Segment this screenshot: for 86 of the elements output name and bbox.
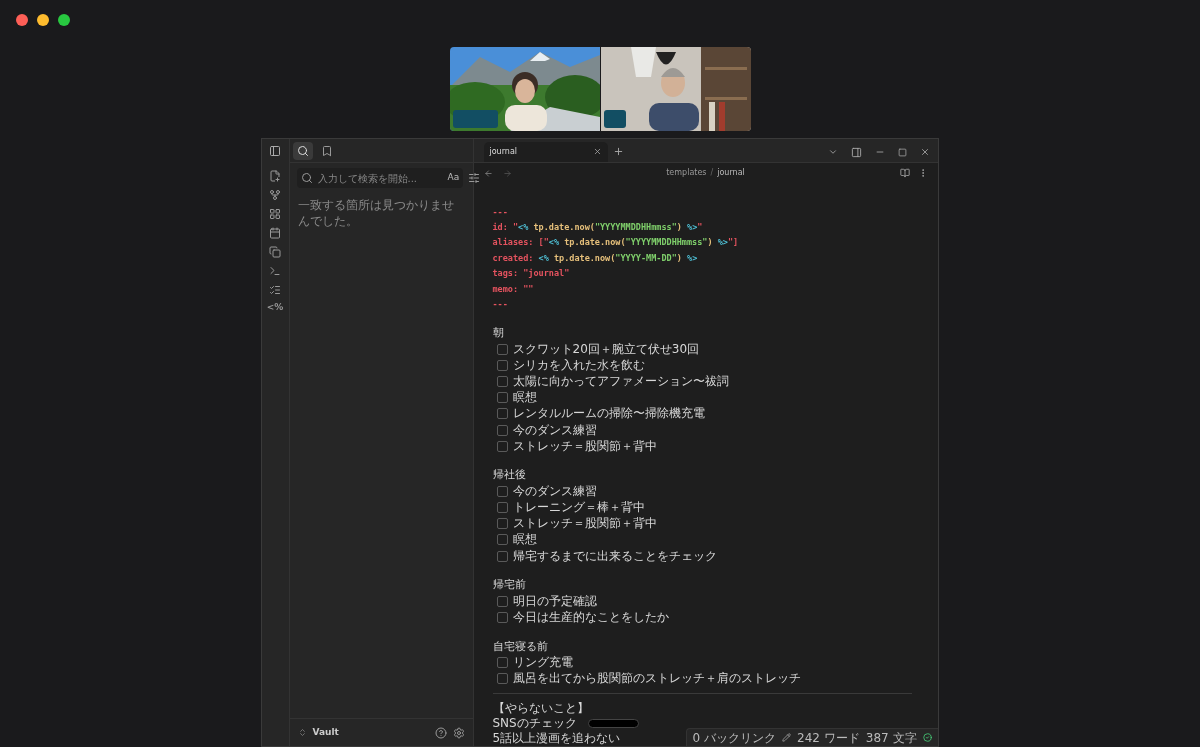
checkbox[interactable] bbox=[496, 534, 508, 546]
vault-switch-icon[interactable] bbox=[297, 728, 307, 737]
task-text: ストレッチ＝股関節＋背中 bbox=[512, 516, 657, 532]
task-text: 帰宅するまでに出来ることをチェック bbox=[512, 548, 717, 564]
character-count: 387 文字 bbox=[865, 729, 917, 747]
list-line: 5話以上漫画を追わない bbox=[492, 731, 621, 746]
checkbox[interactable] bbox=[496, 359, 508, 371]
frontmatter-line: tags: "journal" bbox=[492, 267, 571, 281]
breadcrumb-separator: / bbox=[710, 167, 714, 180]
task-text: レンタルルームの掃除〜掃除機充電 bbox=[512, 406, 705, 422]
fork-icon[interactable] bbox=[269, 189, 281, 201]
task-text: 明日の予定確認 bbox=[512, 593, 597, 609]
checkbox[interactable] bbox=[496, 375, 508, 387]
checkbox[interactable] bbox=[496, 440, 508, 452]
section-heading: 朝 bbox=[492, 325, 505, 341]
edit-mode-icon[interactable] bbox=[782, 733, 792, 742]
word-count: 242 ワード bbox=[797, 729, 860, 747]
task-text: 今のダンス練習 bbox=[512, 422, 597, 438]
note-tab[interactable]: journal bbox=[483, 141, 608, 162]
search-icon bbox=[296, 144, 309, 157]
checkbox[interactable] bbox=[496, 485, 508, 497]
frontmatter-line: --- bbox=[492, 205, 509, 219]
task-text: 風呂を出てから股関節のストレッチ＋肩のストレッチ bbox=[512, 671, 801, 687]
checkbox[interactable] bbox=[496, 518, 508, 530]
vault-name[interactable]: Vault bbox=[312, 725, 339, 740]
task-text: ストレッチ＝股関節＋背中 bbox=[512, 438, 657, 454]
calendar-icon[interactable] bbox=[269, 227, 281, 239]
search-settings-icon[interactable] bbox=[468, 172, 481, 184]
frontmatter-line: memo: "" bbox=[492, 282, 535, 296]
section-heading: 帰宅前 bbox=[492, 577, 527, 594]
reading-view-icon[interactable] bbox=[899, 168, 910, 179]
list-line: SNSのチェック bbox=[492, 716, 577, 731]
section-heading: 【やらないこと】 bbox=[492, 701, 590, 716]
task-text: 今のダンス練習 bbox=[512, 483, 597, 499]
match-case-toggle[interactable]: Aa bbox=[447, 171, 460, 185]
frontmatter-line: created: <% tp.date.now("YYYY-MM-DD") %> bbox=[492, 251, 699, 265]
sidebar-toggle-icon[interactable] bbox=[269, 145, 281, 157]
bookmark-icon bbox=[320, 144, 333, 157]
settings-icon[interactable] bbox=[452, 726, 465, 739]
grid-icon[interactable] bbox=[269, 208, 281, 220]
task-text: リング充電 bbox=[512, 655, 573, 671]
frontmatter-line: --- bbox=[492, 297, 509, 311]
checkbox[interactable] bbox=[496, 424, 508, 436]
task-text: シリカを入れた水を飲む bbox=[512, 357, 645, 373]
checkbox[interactable] bbox=[496, 595, 508, 607]
section-heading: 自宅寝る前 bbox=[492, 638, 549, 655]
file-plus-icon[interactable] bbox=[269, 170, 281, 182]
copy-icon[interactable] bbox=[269, 246, 281, 258]
checkbox[interactable] bbox=[496, 612, 508, 624]
search-icon bbox=[300, 172, 313, 184]
task-text: 太陽に向かってアファメーション〜祓詞 bbox=[512, 373, 729, 389]
breadcrumb-folder[interactable]: templates bbox=[666, 167, 707, 180]
search-tab[interactable] bbox=[292, 141, 313, 160]
help-icon[interactable] bbox=[434, 726, 447, 739]
empty-results-message: 一致する箇所は見つかりませんでした。 bbox=[297, 197, 455, 229]
close-icon[interactable] bbox=[919, 147, 930, 158]
templater-ribbon-item[interactable]: <% bbox=[266, 303, 284, 312]
task-text: スクワット20回＋腕立て伏せ30回 bbox=[512, 341, 700, 357]
close-control[interactable] bbox=[16, 14, 28, 26]
checkbox[interactable] bbox=[496, 550, 508, 562]
zoom-control[interactable] bbox=[58, 14, 70, 26]
backlinks-count[interactable]: 0 バックリンク bbox=[692, 728, 777, 747]
terminal-icon[interactable] bbox=[269, 265, 281, 277]
checkbox[interactable] bbox=[496, 408, 508, 420]
checkbox[interactable] bbox=[496, 657, 508, 669]
task-text: 瞑想 bbox=[512, 390, 537, 406]
close-tab-icon[interactable] bbox=[592, 147, 602, 157]
breadcrumb-file[interactable]: journal bbox=[717, 167, 745, 180]
maximize-icon[interactable] bbox=[897, 147, 907, 157]
checkbox[interactable] bbox=[496, 673, 508, 685]
minimize-control[interactable] bbox=[37, 14, 49, 26]
frontmatter-line: id: "<% tp.date.now("YYYYMMDDHHmmss") %>" bbox=[492, 220, 704, 234]
task-text: 瞑想 bbox=[512, 532, 537, 548]
checkbox[interactable] bbox=[496, 343, 508, 355]
task-text: 今日は生産的なことをしたか bbox=[512, 610, 669, 626]
checklist-icon[interactable] bbox=[269, 284, 281, 296]
checkbox[interactable] bbox=[496, 392, 508, 404]
section-heading: 帰社後 bbox=[492, 467, 527, 484]
sync-status-icon[interactable] bbox=[922, 733, 932, 742]
task-text: トレーニング＝棒＋背中 bbox=[512, 500, 645, 516]
frontmatter-line: aliases: ["<% tp.date.now("YYYYMMDDHHmmss") %>"] bbox=[492, 236, 740, 250]
new-tab-icon[interactable] bbox=[612, 145, 624, 157]
search-field[interactable]: 入力して検索を開始... Aa bbox=[296, 168, 464, 188]
checkbox[interactable] bbox=[496, 502, 508, 514]
back-icon[interactable] bbox=[483, 168, 493, 178]
right-sidebar-icon[interactable] bbox=[850, 146, 862, 158]
